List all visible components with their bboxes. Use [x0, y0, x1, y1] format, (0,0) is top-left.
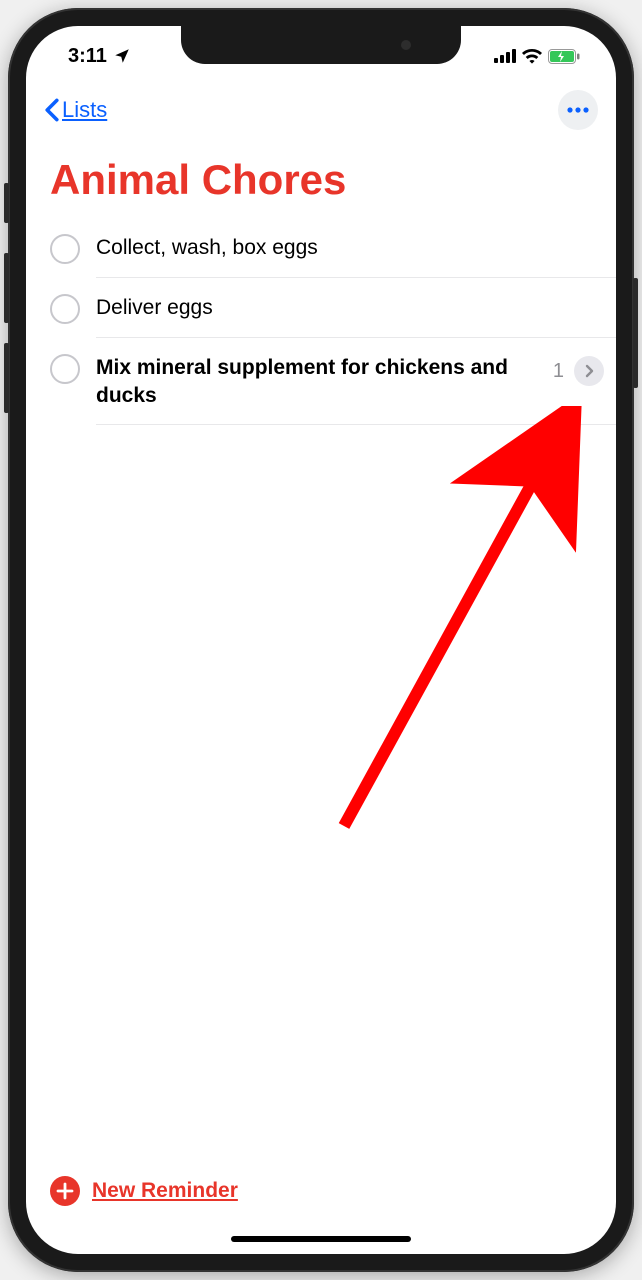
nav-bar: Lists [26, 76, 616, 138]
back-label: Lists [62, 97, 107, 123]
chevron-right-icon [585, 364, 594, 378]
complete-toggle[interactable] [50, 354, 80, 384]
cellular-signal-icon [494, 49, 516, 63]
new-reminder-button[interactable]: New Reminder [50, 1176, 238, 1206]
wifi-icon [522, 49, 542, 64]
sensor-dot [401, 40, 411, 50]
phone-frame: 3:11 Lists [8, 8, 634, 1272]
battery-icon [548, 49, 580, 64]
reminder-title[interactable]: Collect, wash, box eggs [96, 232, 604, 262]
reminder-row[interactable]: Deliver eggs [26, 278, 616, 338]
reminder-title[interactable]: Mix mineral supplement for chickens and … [96, 352, 537, 411]
plus-circle-icon [50, 1176, 80, 1206]
reminder-row[interactable]: Collect, wash, box eggs [26, 218, 616, 278]
ellipsis-icon [567, 107, 589, 113]
annotation-arrow [304, 406, 594, 846]
status-time: 3:11 [68, 45, 107, 68]
subtask-count: 1 [553, 360, 564, 383]
silence-switch [4, 183, 9, 223]
screen: 3:11 Lists [26, 26, 616, 1254]
notch [181, 26, 461, 64]
reminder-title[interactable]: Deliver eggs [96, 292, 604, 322]
power-button [633, 278, 638, 388]
home-indicator[interactable] [231, 1236, 411, 1242]
volume-down-button [4, 343, 9, 413]
back-button[interactable]: Lists [44, 97, 107, 123]
volume-up-button [4, 253, 9, 323]
more-button[interactable] [558, 90, 598, 130]
location-arrow-icon [113, 47, 131, 65]
reminder-trailing: 1 [553, 352, 604, 386]
chevron-left-icon [44, 98, 60, 122]
reminder-row[interactable]: Mix mineral supplement for chickens and … [26, 338, 616, 425]
list-title: Animal Chores [26, 138, 616, 218]
new-reminder-label: New Reminder [92, 1179, 238, 1203]
detail-button[interactable] [574, 356, 604, 386]
complete-toggle[interactable] [50, 234, 80, 264]
complete-toggle[interactable] [50, 294, 80, 324]
